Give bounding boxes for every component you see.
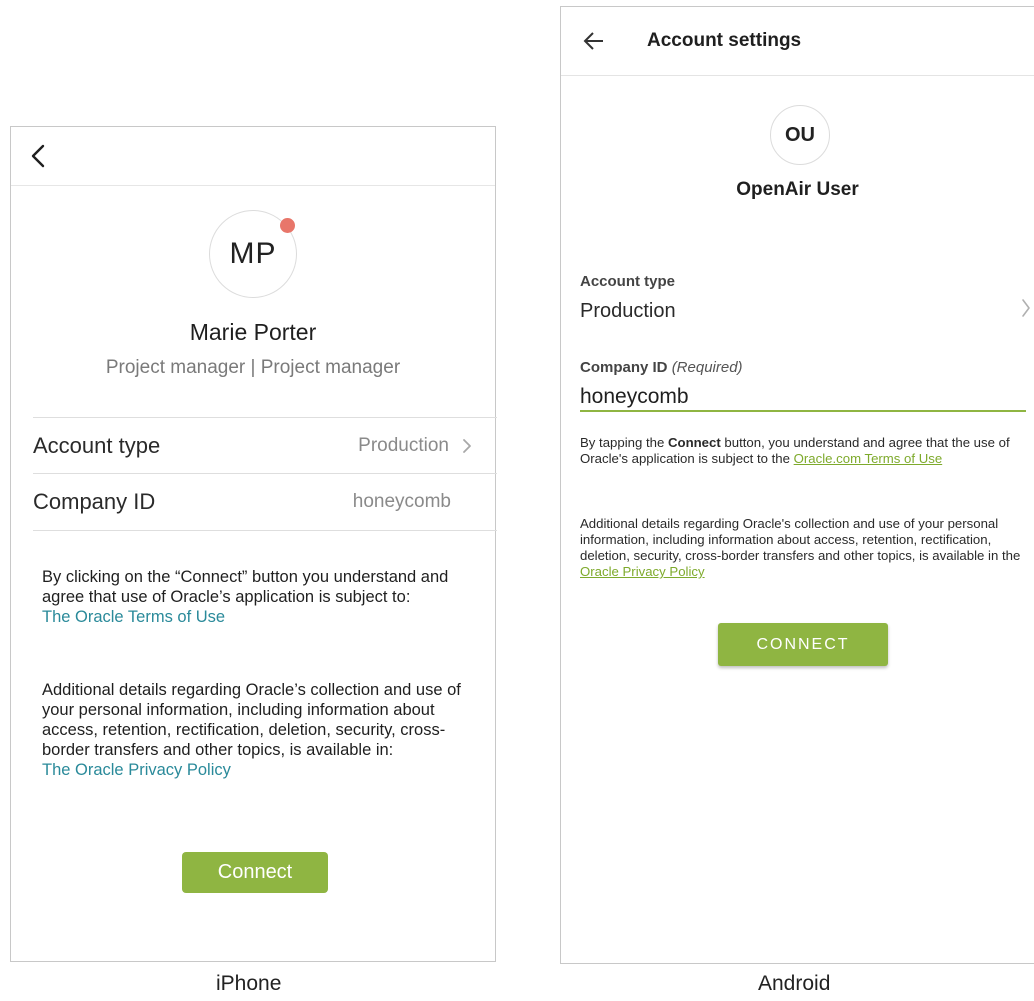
terms-of-use-link[interactable]: The Oracle Terms of Use (42, 607, 472, 627)
account-type-label: Account type (580, 273, 676, 290)
back-chevron-icon[interactable] (25, 141, 53, 171)
account-type-selector[interactable]: Production (580, 297, 1034, 337)
privacy-paragraph: Additional details regarding Oracle’s co… (42, 680, 472, 780)
user-name: OpenAir User (736, 179, 859, 200)
notification-dot (280, 218, 295, 233)
privacy-policy-link[interactable]: The Oracle Privacy Policy (42, 760, 472, 780)
android-screen: Account settings OU OpenAir User Account… (560, 6, 1034, 964)
terms-paragraph: By tapping the Connect button, you under… (580, 435, 1026, 467)
user-name: Marie Porter (189, 319, 317, 345)
terms-paragraph: By clicking on the “Connect” button you … (42, 567, 472, 627)
row-divider (33, 530, 497, 531)
company-id-field[interactable] (580, 384, 1026, 412)
connect-button[interactable]: CONNECT (718, 623, 888, 666)
privacy-text: Additional details regarding Oracle’s co… (42, 681, 461, 759)
avatar-initials: OU (785, 123, 815, 146)
company-id-label: Company ID (Required) (580, 359, 743, 376)
terms-text: By clicking on the “Connect” button you … (42, 568, 449, 606)
required-hint: (Required) (671, 359, 743, 376)
user-role: Project manager | Project manager (105, 357, 401, 378)
company-id-label-text: Company ID (580, 359, 668, 376)
avatar-initials: MP (229, 237, 277, 270)
account-type-value: Production (358, 434, 449, 456)
android-caption: Android (758, 972, 831, 995)
terms-prefix: By tapping the (580, 435, 668, 450)
company-id-label: Company ID (33, 488, 156, 514)
company-id-value: honeycomb (352, 490, 451, 512)
account-type-row[interactable]: Account type Production (33, 417, 497, 473)
terms-of-use-link[interactable]: Oracle.com Terms of Use (794, 451, 943, 466)
page-title: Account settings (647, 30, 802, 51)
account-type-value: Production (580, 300, 676, 322)
privacy-policy-link[interactable]: Oracle Privacy Policy (580, 564, 705, 579)
iphone-screen: MP Marie Porter Project manager | Projec… (10, 126, 497, 962)
iphone-caption: iPhone (216, 972, 282, 995)
back-arrow-icon[interactable] (583, 31, 605, 51)
privacy-text: Additional details regarding Oracle's co… (580, 516, 1021, 563)
connect-button[interactable]: Connect (182, 852, 328, 893)
account-type-label: Account type (33, 432, 161, 458)
app-bar: Account settings (561, 7, 1034, 76)
avatar: OU (770, 105, 830, 165)
chevron-right-icon (1021, 297, 1031, 319)
company-id-row[interactable]: Company ID honeycomb (33, 473, 497, 529)
privacy-paragraph: Additional details regarding Oracle's co… (580, 516, 1026, 580)
chevron-right-icon (461, 436, 473, 456)
ios-nav-bar (11, 127, 495, 186)
terms-bold: Connect (667, 435, 721, 450)
